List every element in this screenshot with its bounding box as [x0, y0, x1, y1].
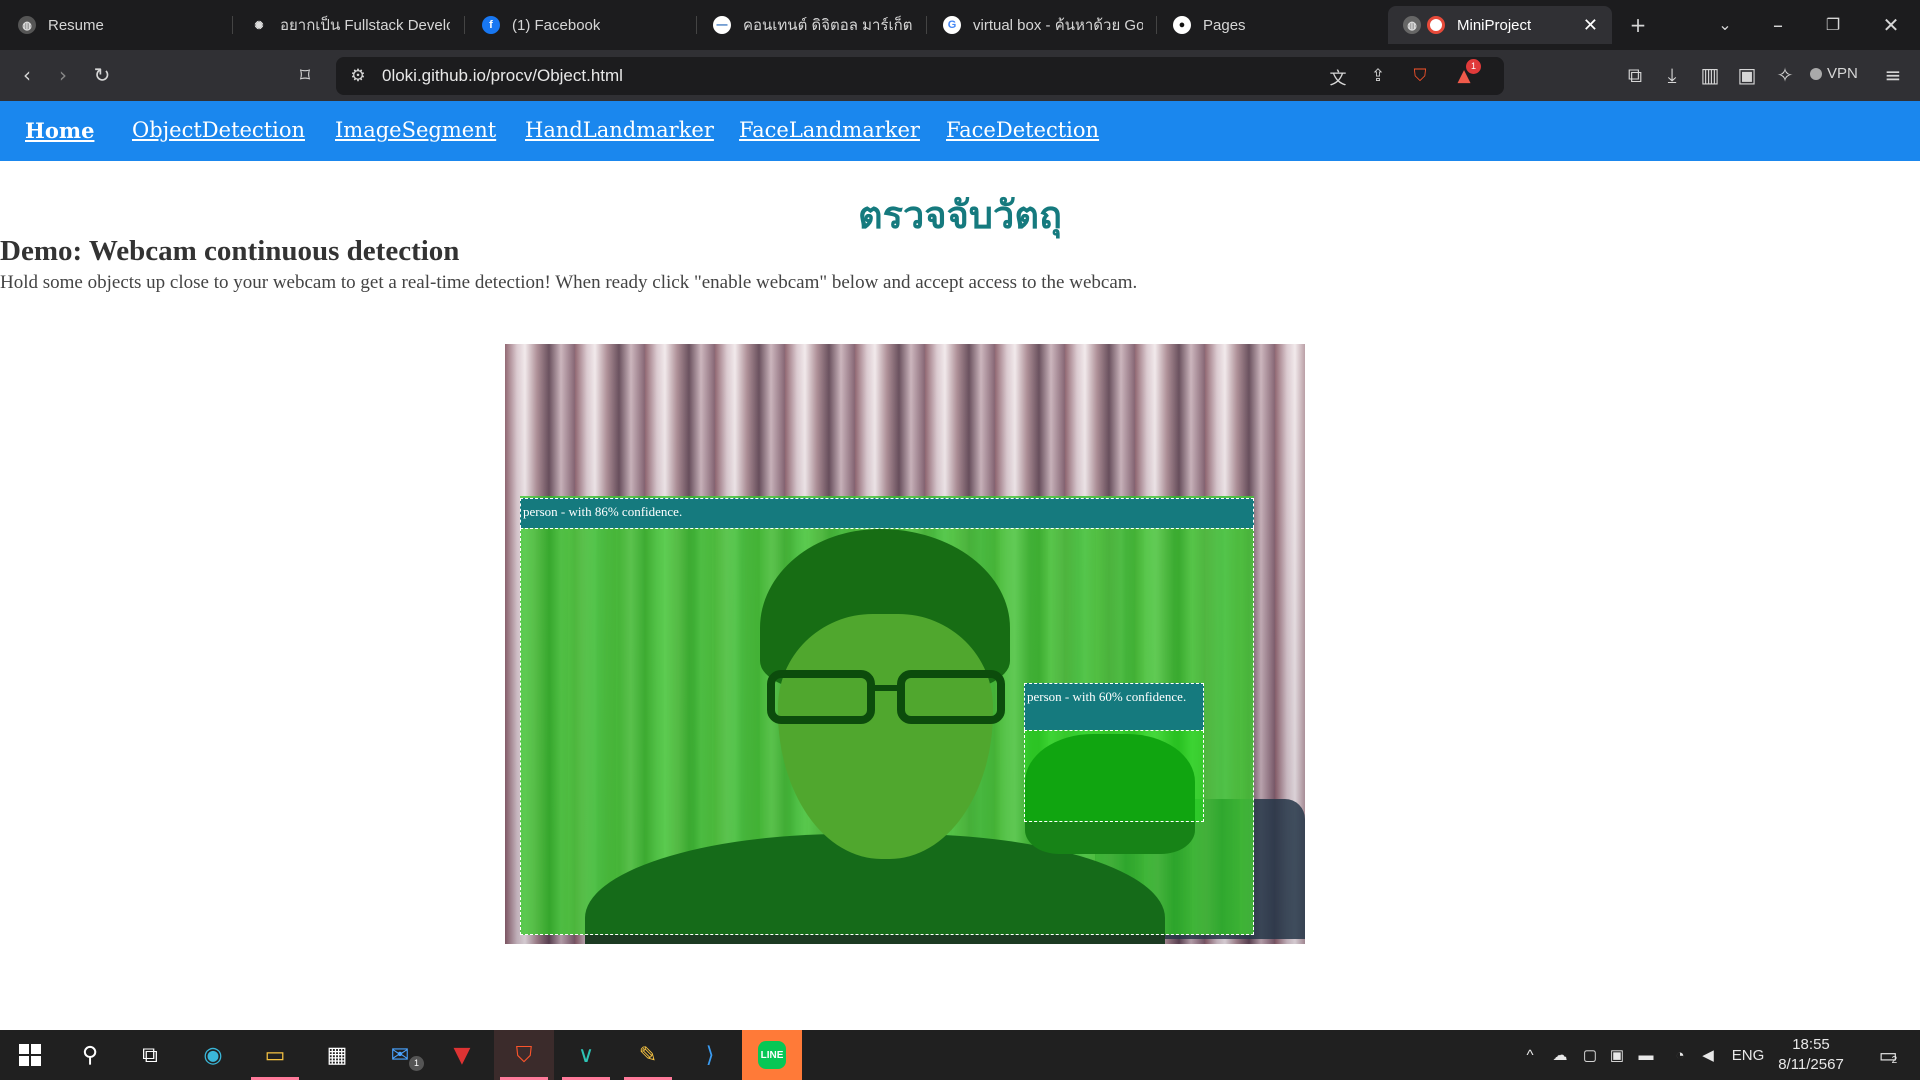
tab-label: virtual box - ค้นหาด้วย Google	[973, 17, 1143, 34]
mail-icon[interactable]: ✉ 1	[370, 1030, 430, 1080]
restore-button[interactable]: ❐	[1818, 10, 1848, 40]
nav-link-hand-landmarker[interactable]: HandLandmarker	[525, 118, 714, 142]
edge-icon[interactable]: ◉	[183, 1030, 243, 1080]
network-device-icon[interactable]: ▣	[1605, 1030, 1629, 1080]
demo-description: Hold some objects up close to your webca…	[0, 272, 1138, 293]
system-clock[interactable]: 18:55 8/11/2567	[1770, 1035, 1852, 1075]
windows-logo-icon	[19, 1044, 41, 1066]
tab-virtualbox-search[interactable]: G virtual box - ค้นหาด้วย Google	[943, 6, 1143, 44]
vpn-button[interactable]: VPN	[1810, 65, 1858, 82]
tab-resume[interactable]: ◍ Resume	[18, 6, 223, 44]
tab-separator	[232, 16, 233, 34]
nav-link-face-landmarker[interactable]: FaceLandmarker	[739, 118, 920, 142]
device-icon[interactable]: ▢	[1578, 1030, 1602, 1080]
clock-time: 18:55	[1792, 1036, 1830, 1053]
tab-separator	[464, 16, 465, 34]
browser-tab-strip: ◍ Resume ✺ อยากเป็น Fullstack Developer …	[0, 0, 1920, 50]
globe-icon: ◍	[18, 16, 36, 34]
tab-facebook[interactable]: f (1) Facebook	[482, 6, 682, 44]
notification-count: 2	[1891, 1054, 1898, 1066]
microsoft-store-icon[interactable]: ▦	[307, 1030, 367, 1080]
file-explorer-icon[interactable]: ▭	[245, 1030, 305, 1080]
brave-rewards-icon[interactable]: ▲ 1	[1452, 59, 1481, 88]
vpn-status-icon	[1810, 67, 1822, 80]
tab-miniproject[interactable]: ◍ MiniProject ✕	[1388, 6, 1612, 44]
github-icon: ●	[1173, 16, 1191, 34]
brave-shields-icon[interactable]: ⛉	[1408, 64, 1432, 88]
bookmark-icon[interactable]: ⌑	[290, 60, 320, 90]
tab-label: คอนเทนต์ ดิจิตอล มาร์เก็ตติ้ง	[743, 17, 913, 34]
site-nav-bar: Home ObjectDetection ImageSegment HandLa…	[0, 101, 1920, 161]
translate-icon[interactable]: 文	[1326, 64, 1350, 89]
start-button[interactable]	[0, 1030, 60, 1080]
nav-link-face-detection[interactable]: FaceDetection	[946, 118, 1099, 142]
nav-link-image-segment[interactable]: ImageSegment	[335, 118, 496, 142]
tab-separator	[696, 16, 697, 34]
mail-badge: 1	[409, 1056, 424, 1071]
onedrive-icon[interactable]: ☁	[1548, 1030, 1572, 1080]
forward-button[interactable]: ›	[48, 60, 78, 90]
sidebar-icon[interactable]: ▥	[1695, 60, 1725, 90]
recording-icon	[1427, 16, 1445, 34]
facebook-icon: f	[482, 16, 500, 34]
close-window-button[interactable]: ✕	[1876, 10, 1906, 40]
close-tab-icon[interactable]: ✕	[1583, 15, 1598, 36]
windows-taskbar: ⚲ ⧉ ◉ ▭ ▦ ✉ 1 ▼ ⛉ ∨ ✎ ⟩ LINE ^ ☁ ▢ ▣ ▬ ◔…	[0, 1030, 1920, 1080]
reload-button[interactable]: ↻	[87, 60, 117, 90]
game-app-icon[interactable]: ▼	[432, 1030, 492, 1080]
tab-fullstack[interactable]: ✺ อยากเป็น Fullstack Developer	[250, 6, 450, 44]
demo-heading: Demo: Webcam continuous detection	[0, 235, 460, 267]
tab-label: Resume	[48, 16, 104, 34]
extensions-icon[interactable]: ⧉	[1620, 60, 1650, 90]
tab-separator	[926, 16, 927, 34]
detection-label-person-2: person - with 60% confidence.	[1024, 683, 1204, 730]
tab-search-chevron-icon[interactable]: ⌄	[1710, 10, 1740, 40]
nav-link-home[interactable]: Home	[25, 118, 94, 143]
tab-separator	[1156, 16, 1157, 34]
chevron-up-icon[interactable]: ^	[1518, 1030, 1542, 1080]
browser-toolbar: ‹ › ↻ ⌑ ⚙ 0loki.github.io/procv/Object.h…	[0, 50, 1920, 101]
vscode-icon[interactable]: ⟩	[680, 1030, 740, 1080]
openai-icon: ✺	[254, 19, 264, 32]
wifi-icon[interactable]: ◔	[1668, 1030, 1692, 1080]
url-text[interactable]: 0loki.github.io/procv/Object.html	[382, 66, 623, 86]
detection-box-person-2	[1024, 730, 1204, 822]
search-icon[interactable]: ⚲	[60, 1030, 120, 1080]
site-settings-icon[interactable]: ⚙	[346, 64, 370, 88]
address-bar[interactable]: ⚙ 0loki.github.io/procv/Object.html 文 ⇪ …	[336, 57, 1504, 95]
language-indicator[interactable]: ENG	[1728, 1030, 1768, 1080]
back-button[interactable]: ‹	[12, 60, 42, 90]
tab-label: Pages	[1203, 16, 1246, 34]
paint-app-icon[interactable]: ✎	[618, 1030, 678, 1080]
tab-content-marketing[interactable]: — คอนเทนต์ ดิจิตอล มาร์เก็ตติ้ง	[713, 6, 913, 44]
task-view-icon[interactable]: ⧉	[120, 1030, 180, 1080]
google-icon: G	[943, 16, 961, 34]
vpn-label: VPN	[1827, 65, 1858, 82]
line-app-icon[interactable]: LINE	[742, 1030, 802, 1080]
webcam-video: person - with 86% confidence. person - w…	[505, 344, 1305, 944]
tab-label: MiniProject	[1457, 16, 1532, 34]
tab-pages[interactable]: ● Pages	[1173, 6, 1373, 44]
share-icon[interactable]: ⇪	[1366, 64, 1390, 88]
nav-link-object-detection[interactable]: ObjectDetection	[132, 118, 305, 142]
rewards-badge: 1	[1466, 59, 1481, 74]
notifications-icon[interactable]: ▭ 2	[1868, 1030, 1908, 1080]
detection-label-person-1: person - with 86% confidence.	[520, 498, 1254, 528]
tab-label: อยากเป็น Fullstack Developer	[280, 17, 450, 34]
vs-app-icon[interactable]: ∨	[556, 1030, 616, 1080]
brave-icon[interactable]: ⛉	[494, 1030, 554, 1080]
site-icon: —	[713, 16, 731, 34]
wallet-icon[interactable]: ▣	[1732, 60, 1762, 90]
leo-ai-icon[interactable]: ✧	[1770, 60, 1800, 90]
download-icon[interactable]: ⤓	[1657, 60, 1687, 90]
volume-icon[interactable]: ◀	[1696, 1030, 1720, 1080]
clock-date: 8/11/2567	[1778, 1056, 1844, 1073]
globe-icon: ◍	[1403, 16, 1421, 34]
battery-icon[interactable]: ▬	[1634, 1030, 1658, 1080]
new-tab-button[interactable]: +	[1623, 10, 1653, 40]
line-logo-icon: LINE	[758, 1041, 786, 1069]
minimize-button[interactable]: –	[1763, 10, 1793, 40]
menu-icon[interactable]: ≡	[1878, 60, 1908, 90]
tab-label: (1) Facebook	[512, 16, 601, 34]
